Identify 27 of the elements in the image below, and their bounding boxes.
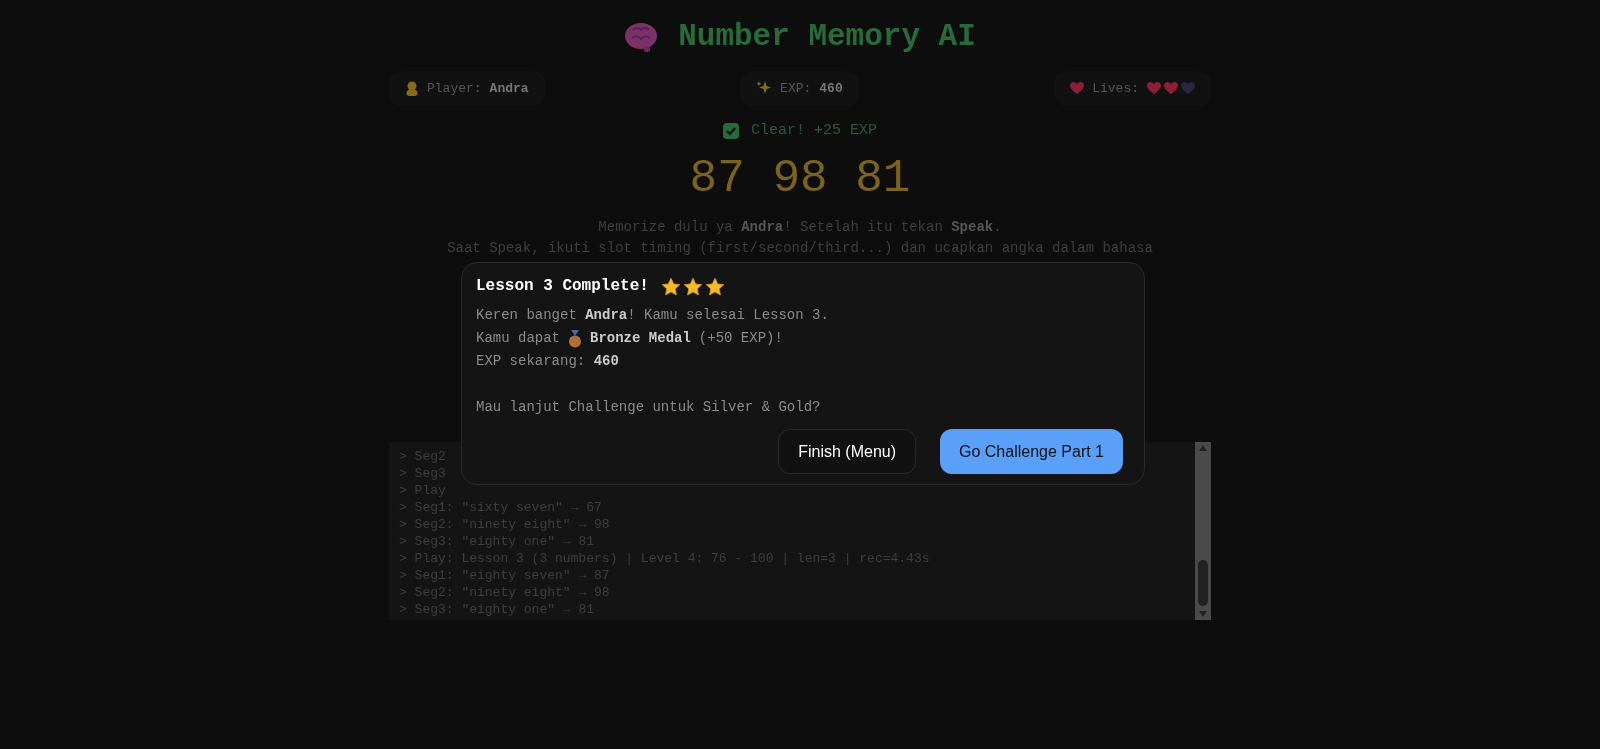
- scroll-up-icon[interactable]: [1198, 443, 1208, 452]
- dialog-text: Kamu dapat: [476, 329, 560, 348]
- dialog-text: (+50 EXP)!: [698, 329, 783, 348]
- stat-label: Lives:: [1092, 79, 1139, 98]
- stat-label: EXP:: [780, 79, 812, 98]
- medal-icon: [568, 329, 582, 348]
- feedback-text: Clear! +25 EXP: [751, 121, 877, 141]
- brain-icon: [624, 22, 659, 53]
- challenge-button[interactable]: Go Challenge Part 1: [940, 429, 1123, 474]
- scrollbar-thumb[interactable]: [1198, 559, 1208, 606]
- heart-icon: [1070, 81, 1085, 95]
- person-icon: [405, 80, 419, 96]
- dialog-text: Keren banget Andra! Kamu selesai Lesson 3.: [476, 306, 830, 325]
- stat-value: Andra: [489, 79, 529, 98]
- stat-value: 460: [819, 79, 843, 98]
- medal-name: Bronze Medal: [590, 329, 691, 348]
- finish-button[interactable]: Finish (Menu): [778, 429, 916, 474]
- number-display: 87 98 81: [689, 151, 911, 207]
- dialog-text: EXP sekarang: 460: [476, 352, 620, 371]
- star-icon: [704, 276, 725, 297]
- star-icon: [660, 276, 681, 297]
- scroll-down-icon[interactable]: [1198, 609, 1208, 618]
- app-title: Number Memory AI: [678, 18, 976, 56]
- star-icon: [682, 276, 703, 297]
- dialog-question: Mau lanjut Challenge untuk Silver & Gold?: [476, 398, 822, 417]
- dialog-title: Lesson 3 Complete!: [476, 276, 649, 297]
- stat-label: Player:: [427, 79, 482, 98]
